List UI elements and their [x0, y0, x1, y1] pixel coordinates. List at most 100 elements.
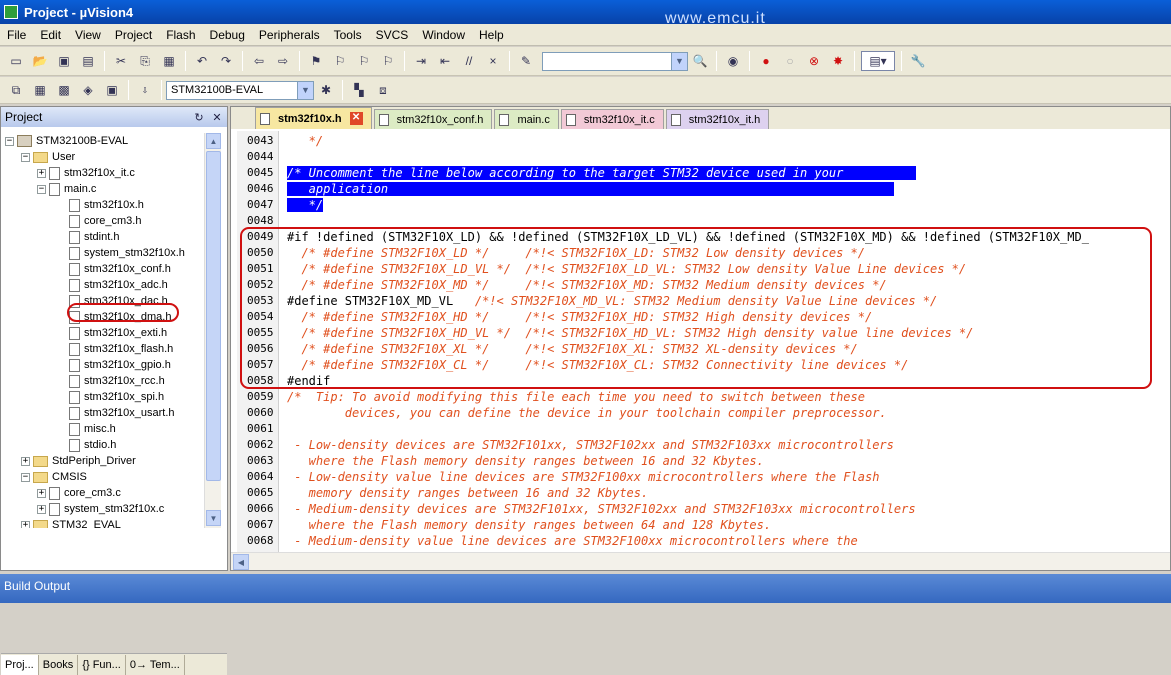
code-line[interactable]: where the Flash memory density ranges be… — [287, 453, 764, 469]
code-line[interactable]: - Low-density value line devices are STM… — [287, 469, 879, 485]
rebuild-icon[interactable]: ▩ — [54, 80, 74, 100]
tree-item[interactable]: + system_stm32f10x.c — [37, 501, 164, 517]
collapse-icon[interactable]: − — [21, 152, 30, 162]
code-line[interactable]: where the Flash memory density ranges be… — [287, 517, 771, 533]
menu-project[interactable]: Project — [108, 24, 159, 46]
tree-item[interactable]: stdint.h — [57, 229, 119, 245]
tree-item[interactable]: + StdPeriph_Driver — [21, 453, 136, 469]
load-download-icon[interactable]: ⇩ — [135, 80, 155, 100]
tree-item[interactable]: stm32f10x_rcc.h — [57, 373, 165, 389]
menu-peripherals[interactable]: Peripherals — [252, 24, 327, 46]
tree-scrollbar[interactable]: ▲ ▼ — [204, 133, 221, 528]
tree-item[interactable]: stm32f10x_flash.h — [57, 341, 173, 357]
stop-build-icon[interactable]: ▣ — [102, 80, 122, 100]
code-line[interactable]: devices, you can define the device in yo… — [287, 405, 887, 421]
code-line[interactable]: */ — [287, 197, 324, 213]
collapse-icon[interactable]: − — [37, 184, 46, 194]
unindent-icon[interactable]: ⇤ — [435, 51, 455, 71]
nav-forward-icon[interactable]: ⇨ — [273, 51, 293, 71]
expand-icon[interactable]: + — [37, 504, 46, 514]
tree-item[interactable]: stdio.h — [57, 437, 116, 453]
editor-tab[interactable]: main.c — [494, 109, 559, 129]
scroll-thumb[interactable] — [206, 151, 221, 481]
tree-item[interactable]: stm32f10x_spi.h — [57, 389, 164, 405]
menu-window[interactable]: Window — [415, 24, 472, 46]
kill-breakpoints-icon[interactable]: ✸ — [828, 51, 848, 71]
clear-bookmarks-icon[interactable]: ⚐ — [378, 51, 398, 71]
batch-build-icon[interactable]: ◈ — [78, 80, 98, 100]
tree-item[interactable]: − User — [21, 149, 75, 165]
collapse-icon[interactable]: − — [5, 136, 14, 146]
tree-item[interactable]: + stm32f10x_it.c — [37, 165, 135, 181]
next-bookmark-icon[interactable]: ⚐ — [354, 51, 374, 71]
breakpoint-icon[interactable]: ● — [756, 51, 776, 71]
editor-tab[interactable]: stm32f10x_it.h — [665, 109, 770, 129]
code-line[interactable]: - Low-density devices are STM32F101xx, S… — [287, 437, 894, 453]
prev-bookmark-icon[interactable]: ⚐ — [330, 51, 350, 71]
translate-icon[interactable]: ⧉ — [6, 80, 26, 100]
menu-edit[interactable]: Edit — [33, 24, 68, 46]
expand-icon[interactable]: + — [21, 520, 30, 528]
undo-icon[interactable]: ↶ — [192, 51, 212, 71]
tree-item[interactable]: − main.c — [37, 181, 96, 197]
tree-item[interactable]: + STM32_EVAL — [21, 517, 121, 528]
tree-item[interactable]: − STM32100B-EVAL — [5, 133, 128, 149]
chevron-down-icon[interactable]: ▼ — [297, 81, 313, 99]
expand-icon[interactable]: + — [37, 488, 46, 498]
tree-item[interactable]: stm32f10x_conf.h — [57, 261, 171, 277]
find-icon[interactable]: 🔍 — [690, 51, 710, 71]
refresh-icon[interactable]: ↻ — [191, 109, 207, 125]
menu-debug[interactable]: Debug — [203, 24, 252, 46]
comment-icon[interactable]: // — [459, 51, 479, 71]
manage-components-icon[interactable]: ▚ — [349, 80, 369, 100]
new-file-icon[interactable]: ▭ — [6, 51, 26, 71]
save-icon[interactable]: ▣ — [54, 51, 74, 71]
expand-icon[interactable]: + — [37, 168, 46, 178]
editor-tab[interactable]: stm32f10x_it.c — [560, 109, 664, 129]
code-line[interactable]: /* Uncomment the line below according to… — [287, 165, 916, 181]
code-line[interactable]: */ — [287, 133, 323, 149]
tree-item[interactable]: stm32f10x_exti.h — [57, 325, 167, 341]
panel-tab[interactable]: 0→ Tem... — [126, 654, 185, 675]
target-options-icon[interactable]: ✱ — [316, 80, 336, 100]
save-all-icon[interactable]: ▤ — [78, 51, 98, 71]
scroll-up-icon[interactable]: ▲ — [206, 133, 221, 149]
indent-icon[interactable]: ⇥ — [411, 51, 431, 71]
menu-file[interactable]: File — [0, 24, 33, 46]
editor-tab[interactable]: stm32f10x_conf.h — [373, 109, 493, 129]
bookmark-icon[interactable]: ⚑ — [306, 51, 326, 71]
disable-all-breakpoints-icon[interactable]: ⊗ — [804, 51, 824, 71]
panel-tab[interactable]: Books — [39, 654, 79, 675]
code-line[interactable]: memory density ranges between 16 and 32 … — [287, 485, 649, 501]
open-file-icon[interactable]: 📂 — [30, 51, 50, 71]
menu-help[interactable]: Help — [472, 24, 511, 46]
multi-project-icon[interactable]: ⧈ — [373, 80, 393, 100]
build-icon[interactable]: ▦ — [30, 80, 50, 100]
nav-back-icon[interactable]: ⇦ — [249, 51, 269, 71]
tree-item[interactable]: + core_cm3.c — [37, 485, 121, 501]
scroll-left-icon[interactable]: ◀ — [233, 554, 249, 570]
redo-icon[interactable]: ↷ — [216, 51, 236, 71]
expand-icon[interactable]: + — [21, 456, 30, 466]
menu-flash[interactable]: Flash — [159, 24, 202, 46]
menu-svcs[interactable]: SVCS — [369, 24, 416, 46]
disable-breakpoint-icon[interactable]: ○ — [780, 51, 800, 71]
editor-tab[interactable]: stm32f10x.h ✕ — [255, 107, 372, 129]
tree-item[interactable]: stm32f10x.h — [57, 197, 144, 213]
close-icon[interactable]: ✕ — [209, 109, 225, 125]
configure-icon[interactable]: 🔧 — [908, 51, 928, 71]
code-line[interactable]: - Medium-density value line devices are … — [287, 533, 858, 549]
menu-view[interactable]: View — [68, 24, 108, 46]
tree-item[interactable]: stm32f10x_gpio.h — [57, 357, 171, 373]
collapse-icon[interactable]: − — [21, 472, 30, 482]
close-tab-icon[interactable]: ✕ — [349, 112, 363, 125]
panel-tab[interactable]: Proj... — [1, 654, 39, 675]
find-combo[interactable]: ▼ — [542, 51, 688, 71]
uncomment-icon[interactable]: × — [483, 51, 503, 71]
find-in-files-icon[interactable]: ✎ — [516, 51, 536, 71]
tree-item[interactable]: system_stm32f10x.h — [57, 245, 185, 261]
copy-icon[interactable]: ⎘ — [135, 51, 155, 71]
code-line[interactable]: /* Tip: To avoid modifying this file eac… — [287, 389, 865, 405]
window-layout-icon[interactable]: ▤▾ — [861, 51, 895, 71]
tree-item[interactable]: core_cm3.h — [57, 213, 141, 229]
